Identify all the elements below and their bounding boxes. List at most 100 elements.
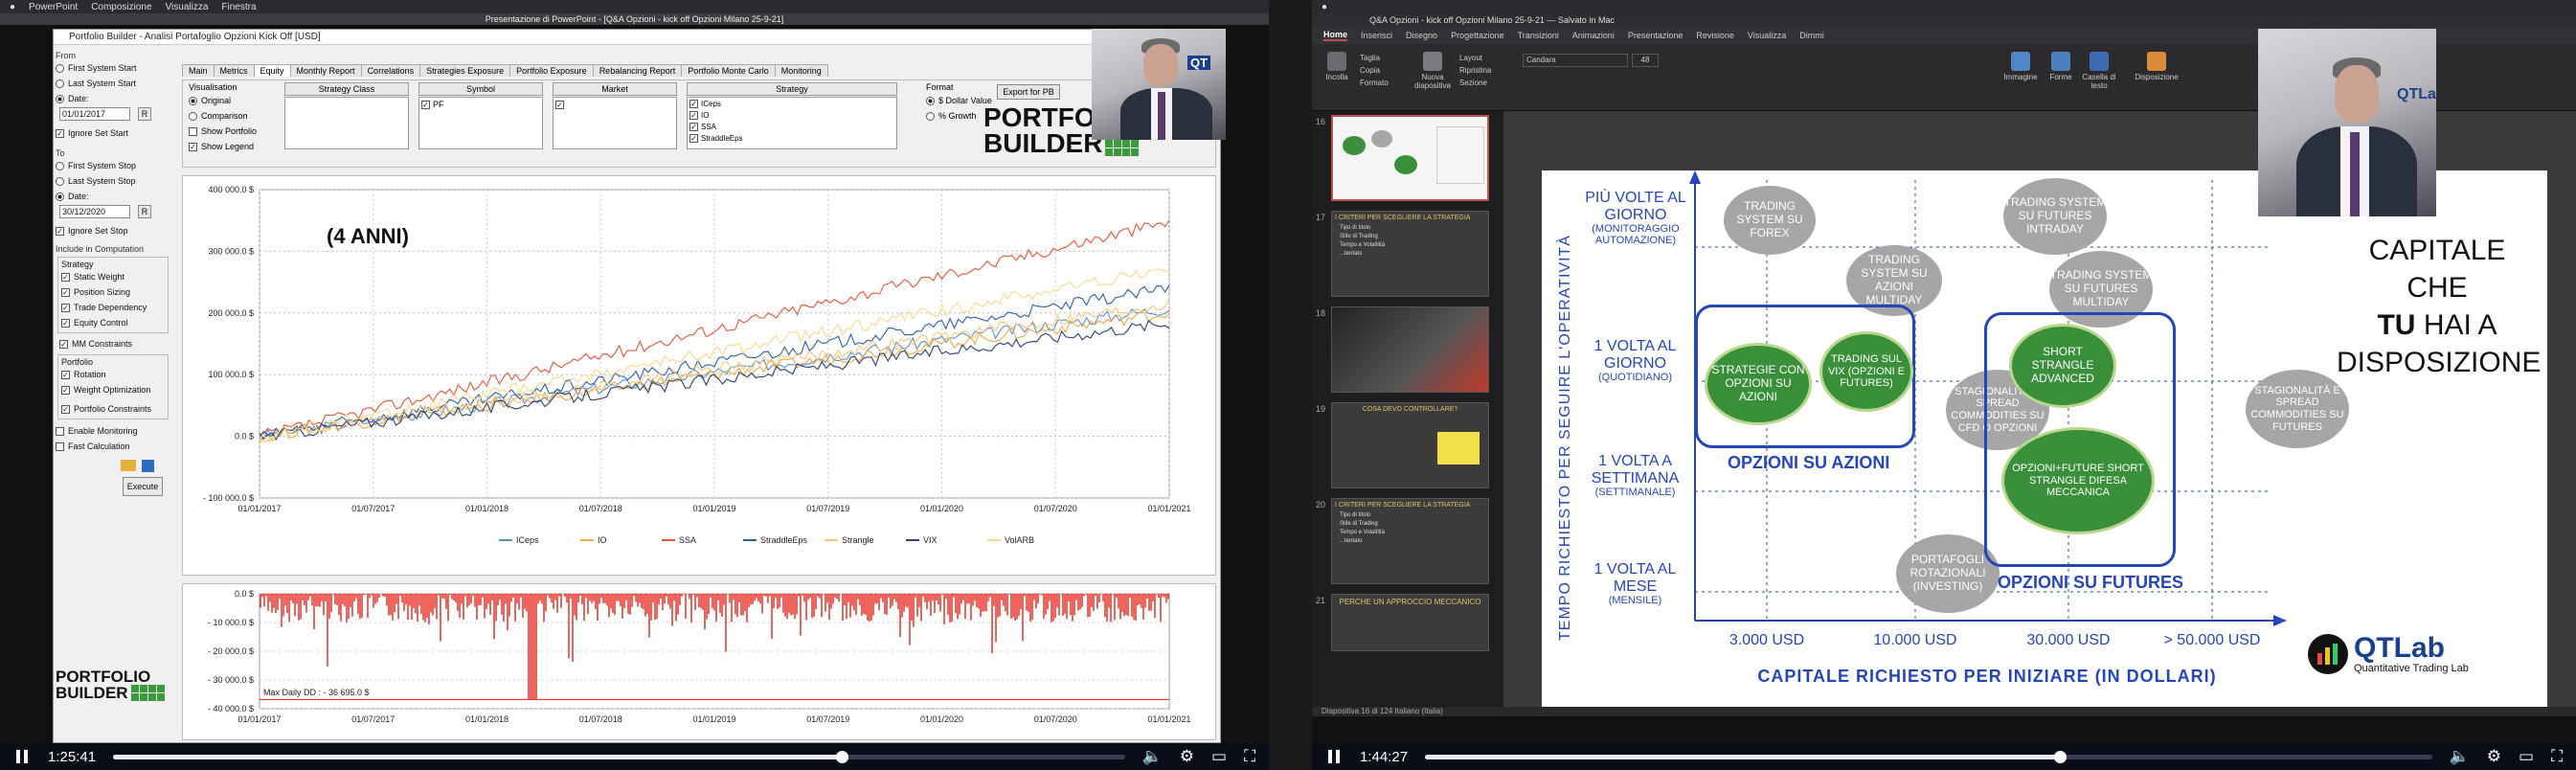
section-button[interactable]: Sezione xyxy=(1459,77,1509,89)
textbox-button[interactable]: Casella di testo xyxy=(2080,52,2118,90)
portfolio-constraints-checkbox[interactable]: ✓ xyxy=(61,404,70,414)
tab-strategies-exposure[interactable]: Strategies Exposure xyxy=(419,64,511,77)
menu-item[interactable]: Finestra xyxy=(221,2,256,12)
pause-icon[interactable] xyxy=(13,748,31,765)
market-list[interactable]: ✓ xyxy=(553,97,677,149)
ignore-start-checkbox[interactable]: ✓ xyxy=(56,128,64,138)
image-button[interactable]: Immagine xyxy=(2001,52,2040,81)
static-weight-checkbox[interactable]: ✓ xyxy=(61,272,70,282)
thumb-slide-21[interactable]: PERCHE UN APPROCCIO MECCANICO xyxy=(1331,594,1489,651)
volume-icon[interactable]: 🔈 xyxy=(2450,747,2470,766)
tab-visualizza[interactable]: Visualizza xyxy=(1748,31,1786,40)
folder-icon[interactable] xyxy=(121,460,136,471)
font-name-select[interactable]: Candara xyxy=(1523,54,1628,67)
tab-portfolio-monte-carlo[interactable]: Portfolio Monte Carlo xyxy=(681,64,776,77)
radio-from-date[interactable] xyxy=(56,94,64,103)
reset-from-button[interactable]: R xyxy=(138,107,151,121)
strategy-class-list[interactable] xyxy=(284,97,409,149)
radio-last-start[interactable] xyxy=(56,79,64,88)
thumb-slide-20[interactable]: I CRITERI PER SCEGLIERE LA STRATEGIA Tip… xyxy=(1331,498,1489,584)
tab-animazioni[interactable]: Animazioni xyxy=(1572,31,1615,40)
position-sizing-checkbox[interactable]: ✓ xyxy=(61,287,70,297)
seek-bar[interactable] xyxy=(1425,750,2432,763)
trade-dependency-checkbox[interactable]: ✓ xyxy=(61,303,70,312)
airplay-icon[interactable]: ▭ xyxy=(2519,747,2534,766)
reset-button[interactable]: Ripristina xyxy=(1459,64,1509,77)
tab-metrics[interactable]: Metrics xyxy=(213,64,255,77)
layout-button[interactable]: Layout xyxy=(1459,52,1509,64)
radio-first-stop[interactable] xyxy=(56,161,64,170)
equity-control-checkbox[interactable]: ✓ xyxy=(61,318,70,328)
tab-transizioni[interactable]: Transizioni xyxy=(1518,31,1559,40)
format-painter-button[interactable]: Formato xyxy=(1360,77,1406,89)
current-slide[interactable]: TEMPO RICHIESTO PER SEGUIRE L'OPERATIVIT… xyxy=(1542,170,2547,707)
fullscreen-icon[interactable]: ⛶ xyxy=(1244,747,1255,766)
tab-disegno[interactable]: Disegno xyxy=(1406,31,1437,40)
video-frame[interactable]: Q&A Opzioni - kick off Opzioni Milano 25… xyxy=(1312,13,2576,743)
show-portfolio-checkbox[interactable] xyxy=(189,126,197,136)
tab-monitoring[interactable]: Monitoring xyxy=(774,64,828,77)
airplay-icon[interactable]: ▭ xyxy=(1211,747,1227,766)
seek-handle[interactable] xyxy=(835,750,848,763)
reset-to-button[interactable]: R xyxy=(138,205,151,218)
paste-button[interactable]: Incolla xyxy=(1320,52,1354,81)
tab-monthly-report[interactable]: Monthly Report xyxy=(289,64,362,77)
apple-icon[interactable]: ● xyxy=(10,2,15,12)
tab-inserisci[interactable]: Inserisci xyxy=(1361,31,1392,40)
volume-icon[interactable]: 🔈 xyxy=(1142,747,1163,766)
seek-bar[interactable] xyxy=(113,750,1125,763)
shapes-button[interactable]: Forme xyxy=(2044,52,2078,81)
thumb-slide-16[interactable] xyxy=(1331,115,1489,201)
iceps-checkbox[interactable]: ✓ xyxy=(689,99,698,108)
tab-presentazione[interactable]: Presentazione xyxy=(1628,31,1683,40)
arrange-button[interactable]: Disposizione xyxy=(2132,52,2181,81)
export-button[interactable]: Export for PB xyxy=(997,84,1060,100)
radio-first-start[interactable] xyxy=(56,63,64,73)
tab-equity[interactable]: Equity xyxy=(253,64,291,77)
settings-gear-icon[interactable]: ⚙ xyxy=(2487,747,2501,766)
radio-original[interactable] xyxy=(189,96,197,105)
straddleeps-checkbox[interactable]: ✓ xyxy=(689,133,698,143)
show-legend-checkbox[interactable]: ✓ xyxy=(189,142,197,151)
menu-item[interactable]: Visualizza xyxy=(166,2,209,12)
tab-dimmi[interactable]: Dimmi xyxy=(1799,31,1824,40)
tab-correlations[interactable]: Correlations xyxy=(360,64,421,77)
radio-to-date[interactable] xyxy=(56,192,64,201)
thumb-slide-19[interactable]: COSA DEVO CONTROLLARE? xyxy=(1331,402,1489,488)
market-checkbox[interactable]: ✓ xyxy=(555,101,564,109)
radio-growth[interactable] xyxy=(926,111,935,121)
ignore-stop-checkbox[interactable]: ✓ xyxy=(56,226,64,236)
fast-calc-checkbox[interactable] xyxy=(56,442,64,451)
tab-home[interactable]: Home xyxy=(1323,30,1348,41)
pf-checkbox[interactable]: ✓ xyxy=(421,100,430,109)
video-frame[interactable]: Presentazione di PowerPoint - [Q&A Opzio… xyxy=(0,13,1269,743)
tab-portfolio-exposure[interactable]: Portfolio Exposure xyxy=(509,64,594,77)
tab-main[interactable]: Main xyxy=(182,64,215,77)
symbol-list[interactable]: ✓ PF xyxy=(418,97,543,149)
menu-item[interactable]: Composizione xyxy=(91,2,151,12)
apple-icon[interactable]: ● xyxy=(1322,2,1327,12)
thumb-slide-18[interactable] xyxy=(1331,306,1489,393)
radio-last-stop[interactable] xyxy=(56,176,64,186)
tab-progettazione[interactable]: Progettazione xyxy=(1451,31,1504,40)
save-icon[interactable] xyxy=(142,459,154,472)
menu-item[interactable]: PowerPoint xyxy=(29,2,78,12)
to-date-input[interactable]: 30/12/2020 xyxy=(59,205,130,218)
cut-button[interactable]: Taglia xyxy=(1360,52,1406,64)
tab-rebalancing-report[interactable]: Rebalancing Report xyxy=(592,64,683,77)
from-date-input[interactable]: 01/01/2017 xyxy=(59,107,130,121)
weight-optimization-checkbox[interactable]: ✓ xyxy=(61,385,70,395)
radio-comparison[interactable] xyxy=(189,111,197,121)
new-slide-button[interactable]: Nuova diapositiva xyxy=(1412,52,1454,90)
strategy-list[interactable]: ✓ ICeps ✓ IO ✓ SSA ✓ StraddleEps xyxy=(687,97,897,149)
radio-dollar-value[interactable] xyxy=(926,96,935,105)
seek-handle[interactable] xyxy=(2053,750,2067,763)
io-checkbox[interactable]: ✓ xyxy=(689,110,698,120)
font-size-select[interactable]: 48 xyxy=(1632,54,1659,67)
copy-button[interactable]: Copia xyxy=(1360,64,1406,77)
pause-icon[interactable] xyxy=(1325,748,1343,765)
settings-gear-icon[interactable]: ⚙ xyxy=(1180,747,1194,766)
ssa-checkbox[interactable]: ✓ xyxy=(689,122,698,131)
thumb-slide-17[interactable]: I CRITERI PER SCEGLIERE LA STRATEGIA Tip… xyxy=(1331,211,1489,297)
rotation-checkbox[interactable]: ✓ xyxy=(61,370,70,379)
